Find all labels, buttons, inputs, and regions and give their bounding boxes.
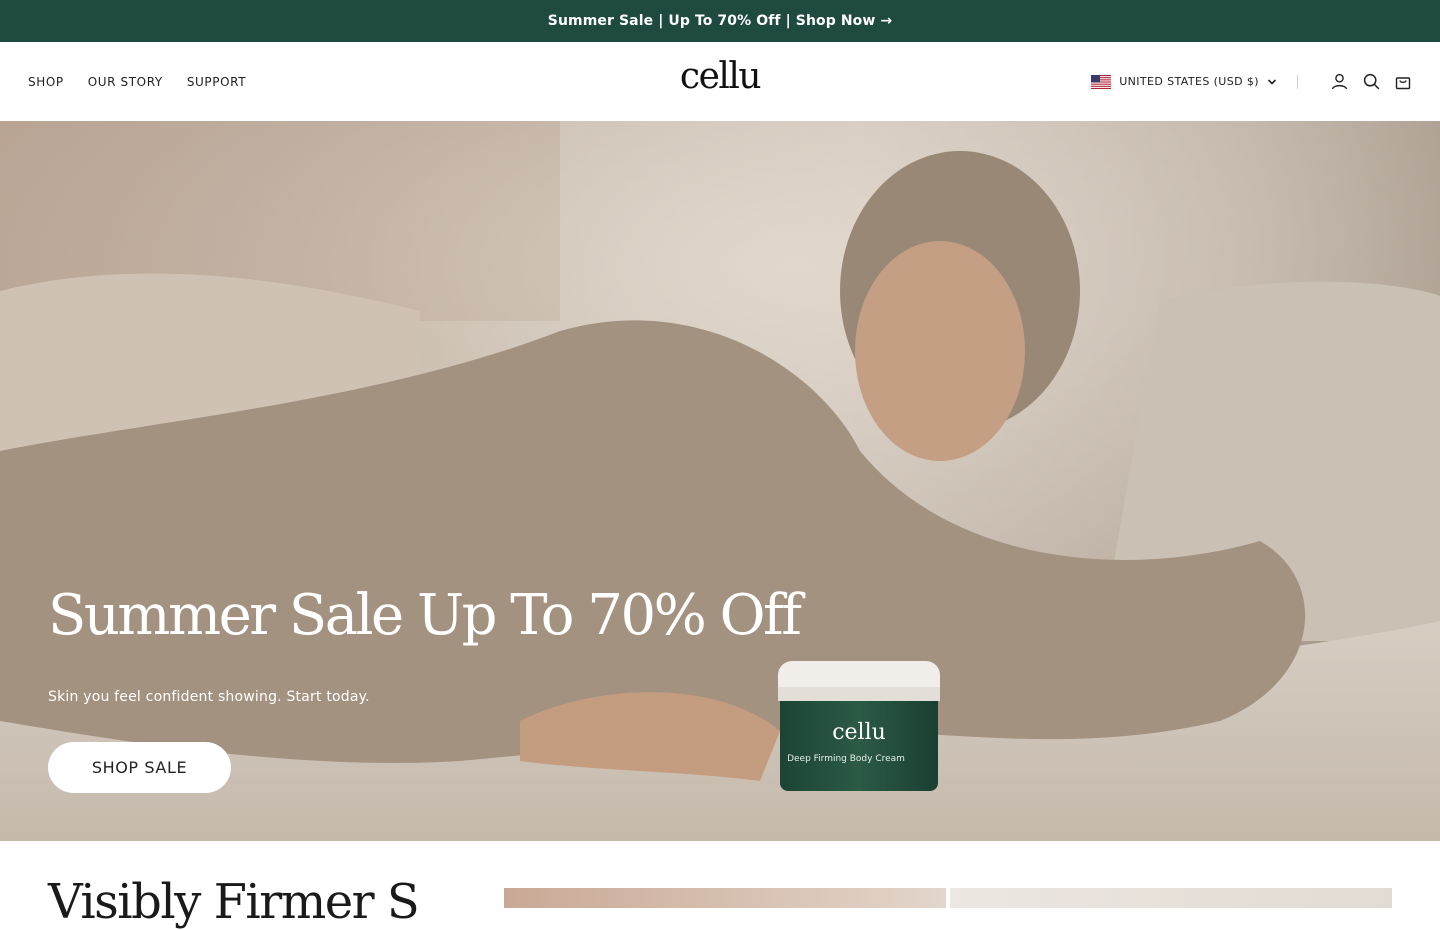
account-button[interactable] bbox=[1330, 73, 1348, 91]
user-icon bbox=[1331, 73, 1347, 90]
announcement-bar[interactable]: Summer Sale | Up To 70% Off | Shop Now → bbox=[0, 0, 1440, 42]
search-icon bbox=[1363, 73, 1379, 90]
header-divider bbox=[1297, 74, 1298, 89]
chevron-down-icon bbox=[1267, 78, 1277, 85]
nav-support-link[interactable]: SUPPORT bbox=[187, 75, 246, 89]
nav-our-story-link[interactable]: OUR STORY bbox=[88, 75, 163, 89]
country-selector[interactable]: UNITED STATES (USD $) bbox=[1091, 74, 1277, 89]
announcement-text[interactable]: Summer Sale | Up To 70% Off | Shop Now → bbox=[548, 13, 892, 29]
shop-sale-button[interactable]: SHOP SALE bbox=[48, 742, 231, 793]
hero-image bbox=[0, 121, 1440, 841]
hero-subtitle: Skin you feel confident showing. Start t… bbox=[48, 689, 370, 705]
product-jar-name: Deep Firming Body Cream bbox=[787, 754, 905, 764]
site-header: SHOP OUR STORY SUPPORT cellu UNITED STAT… bbox=[0, 42, 1440, 121]
search-button[interactable] bbox=[1362, 73, 1380, 91]
section-image-right bbox=[950, 888, 1392, 908]
product-jar-label: cellu bbox=[832, 720, 886, 745]
us-flag-icon bbox=[1091, 74, 1112, 89]
nav-shop-link[interactable]: SHOP bbox=[28, 75, 64, 89]
hero-title: Summer Sale Up To 70% Off bbox=[48, 583, 802, 648]
brand-logo[interactable]: cellu bbox=[680, 56, 762, 97]
cart-button[interactable] bbox=[1394, 73, 1412, 91]
hero-banner: cellu Deep Firming Body Cream Summer Sal… bbox=[0, 121, 1440, 841]
section-title: Visibly Firmer S bbox=[48, 874, 420, 930]
section-image-left bbox=[504, 888, 946, 908]
country-selector-label: UNITED STATES (USD $) bbox=[1119, 75, 1259, 88]
product-jar: cellu Deep Firming Body Cream bbox=[778, 661, 940, 791]
cart-icon bbox=[1395, 76, 1411, 89]
primary-nav: SHOP OUR STORY SUPPORT bbox=[28, 42, 246, 121]
header-actions: UNITED STATES (USD $) bbox=[1091, 42, 1412, 121]
